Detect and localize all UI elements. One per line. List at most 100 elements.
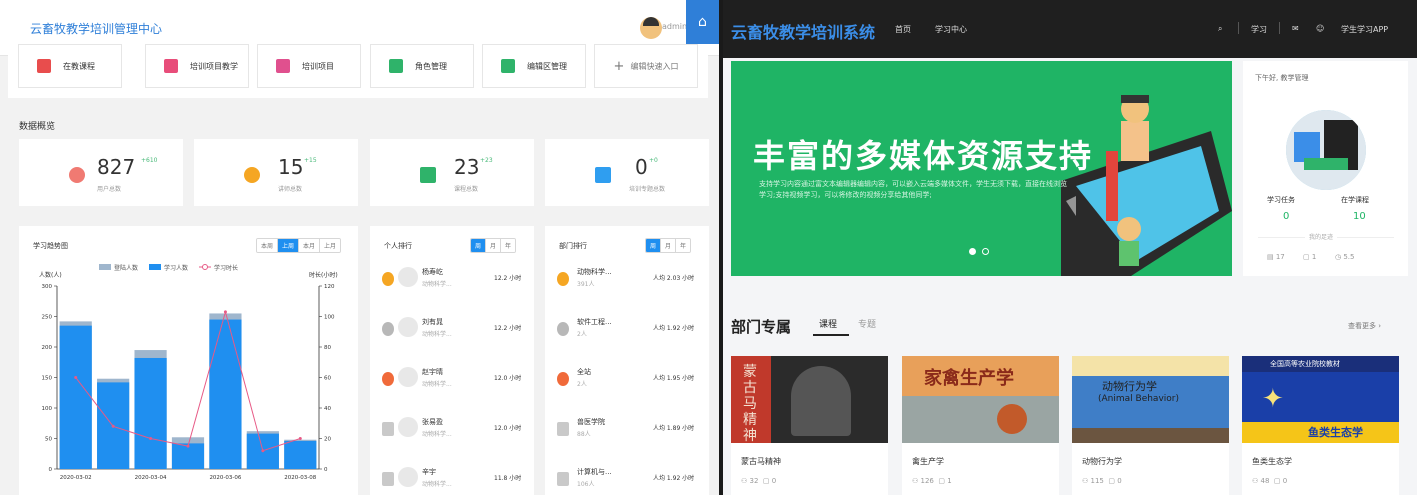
rank-name: 兽医学院 [577,418,605,426]
course-name: 动物行为学 [1082,457,1122,466]
list-item[interactable]: 计算机与... 106人 人均 1.92 小时 [557,464,707,495]
cover-subtitle: (Animal Behavior) [1098,394,1179,404]
stat-label: 学习任务 [1267,196,1295,204]
course-card[interactable]: 蒙古马精神 蒙古马精神 ⚇ 32 ▢ 0 [731,356,888,495]
nav-link-learning-center[interactable]: 学习中心 [935,24,967,35]
cover-subtitle: 全国高等农业院校教材 [1270,360,1340,368]
view-count: 115 [1090,477,1104,485]
comment-count: 0 [1117,477,1122,485]
nav-link-home[interactable]: 首页 [895,24,911,35]
shortcut-add[interactable]: + 编辑快速入口 [594,44,698,88]
x-tick-label: 2020-03-04 [135,475,167,481]
avatar [398,367,418,387]
footprint-stat-1[interactable]: ▤ 17 [1267,253,1285,261]
course-card[interactable]: 家禽生产学 禽生产学 ⚇ 126 ▢ 1 [902,356,1059,495]
cover-title: 家禽生产学 [924,368,1014,389]
y2-tick-label: 20 [324,437,331,443]
nav-link-study[interactable]: 学习 [1251,24,1267,35]
shortcut-roles[interactable]: 角色管理 [370,44,474,88]
stat-label: 用户总数 [97,186,122,193]
silver-medal-icon [382,322,394,336]
course-card[interactable]: 全国高等农业院校教材 ✦ 鱼类生态学 鱼类生态学 ⚇ 48 ▢ 0 [1242,356,1399,495]
range-this-week[interactable]: 本周 [257,239,279,252]
avatar[interactable] [1286,110,1366,190]
list-item[interactable]: 赵宇晴 动物科学... 12.0 小时 [382,364,532,404]
shortcut-edit-zone[interactable]: 编辑区管理 [482,44,586,88]
list-item[interactable]: 软件工程... 2人 人均 1.92 小时 [557,314,707,354]
trend-title: 学习趋势图 [33,242,68,250]
stat-delta: +23 [480,157,493,164]
range-this-month[interactable]: 本月 [299,239,321,252]
trend-panel: 学习趋势图 本周 上周 本月 上月 登陆人数 学习人数 学习时长 人数(人) 时长(小时… [19,226,358,495]
list-item[interactable]: 辛宇 动物科学... 11.8 小时 [382,464,532,495]
username[interactable]: admin [662,22,687,31]
user-icon[interactable]: ☺ [1316,24,1324,33]
avatar[interactable] [640,17,662,39]
list-item[interactable]: 全站 2人 人均 1.95 小时 [557,364,707,404]
y2-tick-label: 120 [324,284,335,290]
hero-banner[interactable]: 丰富的多媒体资源支持 支持学习内容通过富文本编辑器编辑内容，可以嵌入云端多媒体文… [731,61,1232,276]
bar-study [59,325,92,469]
stat-card-courses: 23 +23 课程总数 [370,139,534,206]
course-meta: ⚇ 48 ▢ 0 [1252,477,1287,485]
shortcut-courses[interactable]: 在教课程 [18,44,122,88]
dept-rank-title: 部门排行 [559,242,587,250]
range-year[interactable]: 年 [676,239,691,252]
avatar [398,417,418,437]
cover-title: 鱼类生态学 [1308,426,1363,439]
range-week[interactable]: 周 [646,239,662,252]
search-icon[interactable]: ⌕ [1218,24,1222,34]
range-year[interactable]: 年 [501,239,516,252]
tab-courses[interactable]: 课程 [819,317,837,330]
range-last-month[interactable]: 上月 [320,239,341,252]
mail-icon[interactable]: ✉ [1292,24,1299,33]
rank-value: 人均 1.95 小时 [653,375,695,382]
nav-link-app[interactable]: 学生学习APP [1341,24,1388,35]
footprint-stat-2[interactable]: ▢ 1 [1303,253,1316,261]
line-point [186,444,190,448]
stat-card-topics: 0 +0 培训专题总数 [545,139,709,206]
carousel-dot[interactable] [969,248,976,255]
dept-range-switch: 周 月 年 [645,238,692,253]
avatar [398,267,418,287]
course-card[interactable]: 动物行为学 (Animal Behavior) 动物行为学 ⚇ 115 ▢ 0 [1072,356,1229,495]
y-tick-label: 50 [45,437,52,443]
range-month[interactable]: 月 [486,239,502,252]
list-item[interactable]: 动物科学... 391人 人均 2.03 小时 [557,264,707,304]
rank-value: 11.8 小时 [494,475,522,482]
range-month[interactable]: 月 [661,239,677,252]
carousel-dot[interactable] [982,248,989,255]
shortcut-training-projects[interactable]: 培训项目 [257,44,361,88]
list-item[interactable]: 刘有晁 动物科学... 12.2 小时 [382,314,532,354]
list-item[interactable]: 张易盈 动物科学... 12.0 小时 [382,414,532,454]
course-cover: 动物行为学 (Animal Behavior) [1072,356,1229,443]
footprint-stat-3[interactable]: ◷ 5.5 [1335,253,1354,261]
site-logo[interactable]: 云畜牧教学培训系统 [731,19,875,43]
chicken-figure [997,404,1027,434]
stat-value: 23 [454,155,480,179]
view-icon: ⚇ [912,477,921,485]
stat-value[interactable]: 10 [1353,211,1366,222]
bar-study [284,440,317,469]
y-tick-label: 150 [42,376,53,382]
bar-study [134,357,167,469]
range-last-week[interactable]: 上周 [278,239,300,252]
cover-band [1072,356,1229,376]
tab-topics[interactable]: 专题 [858,317,876,330]
shortcut-bar: 在教课程 培训项目教学 培训项目 角色管理 编辑区管理 + 编辑快速入口 [8,44,708,98]
stat-value[interactable]: 0 [1283,211,1289,222]
home-button[interactable]: ⌂ [686,0,719,44]
role-icon [389,59,403,73]
rank-name: 辛宇 [422,468,436,476]
view-more-link[interactable]: 查看更多 › [1348,321,1381,331]
banner-title: 丰富的多媒体资源支持 [753,137,1094,175]
shortcut-training-teaching[interactable]: 培训项目教学 [145,44,249,88]
person-range-switch: 周 月 年 [470,238,517,253]
range-week[interactable]: 周 [471,239,487,252]
rank-name: 刘有晁 [422,318,443,326]
list-item[interactable]: 杨寿屹 动物科学... 12.2 小时 [382,264,532,304]
stat-value: 0 [635,155,648,179]
rank-name: 全站 [577,368,591,376]
list-item[interactable]: 兽医学院 88人 人均 1.89 小时 [557,414,707,454]
gold-medal-icon [557,272,569,286]
